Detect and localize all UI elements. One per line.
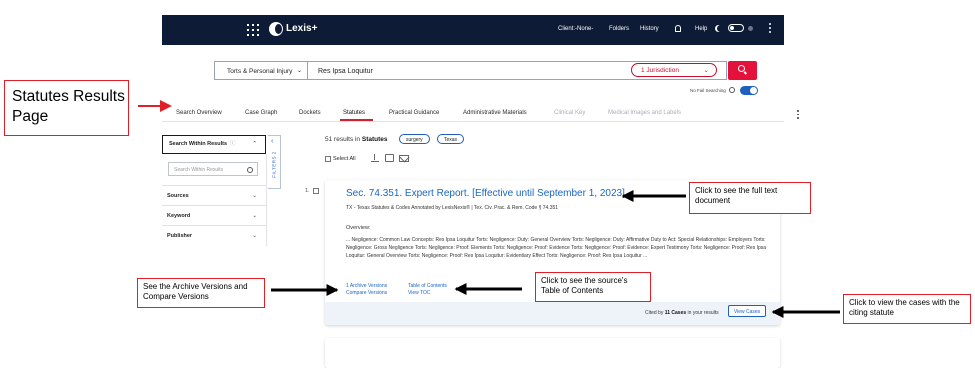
annotation-arrows (138, 100, 840, 318)
